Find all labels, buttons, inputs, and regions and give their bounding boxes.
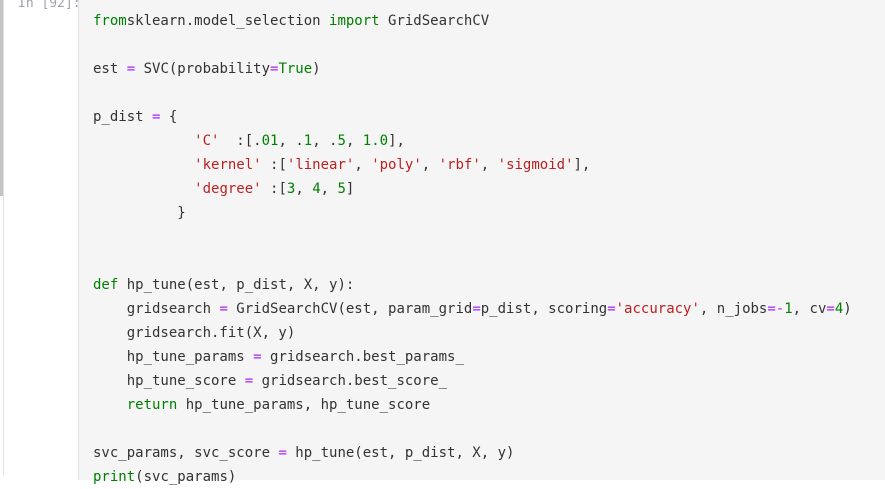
notebook-edge: [3, 0, 4, 475]
string-token: 'degree': [194, 181, 262, 197]
code-text-token: gridsearch.best_params_: [261, 349, 464, 365]
operator-token: =: [219, 301, 228, 317]
code-text-token: :[: [261, 157, 287, 173]
keyword-token: def: [93, 277, 119, 293]
code-text-token: hp_tune_params, hp_tune_score: [177, 397, 431, 413]
code-text-token: p_dist, scoring: [480, 301, 608, 317]
string-token: 'linear': [286, 157, 355, 173]
code-text-token: , .: [278, 133, 304, 149]
string-token: 'accuracy': [615, 301, 700, 317]
code-text-token: est: [93, 61, 127, 77]
number-token: 1.0: [362, 133, 389, 149]
code-text-token: hp_tune_params: [93, 349, 254, 365]
number-token: 1: [303, 133, 313, 149]
keyword-token: print: [93, 469, 136, 485]
code-text-token: hp_tune(est, p_dist, X, y): [286, 445, 515, 461]
keyword-token: import: [329, 13, 380, 29]
number-token: 01: [261, 133, 279, 149]
string-token: 'sigmoid': [497, 157, 574, 173]
code-line: fromsklearn.model_selection import GridS…: [93, 9, 852, 33]
code-text-token: ,: [480, 157, 498, 173]
code-text-token: ,: [320, 181, 338, 197]
code-line: p_dist = {: [93, 105, 852, 129]
code-text-token: sklearn.model_selection: [126, 13, 330, 29]
code-editor[interactable]: fromsklearn.model_selection import GridS…: [93, 9, 852, 489]
keyword-token: from: [93, 13, 127, 29]
string-token: 'kernel': [194, 157, 262, 173]
code-text-token: GridSearchCV(est, param_grid: [227, 301, 473, 317]
cell-prompt: In [92]:: [18, 0, 81, 11]
code-text-token: hp_tune(est, p_dist, X, y):: [118, 277, 355, 293]
code-text-token: ,: [421, 157, 439, 173]
code-line: hp_tune_score = gridsearch.best_score_: [93, 369, 852, 393]
number-token: 4: [312, 181, 321, 197]
code-line: 'degree' :[3, 4, 5]: [93, 177, 852, 201]
code-text-token: svc_params, svc_score: [93, 445, 279, 461]
code-text-token: hp_tune_score: [93, 373, 245, 389]
code-line: print(svc_params): [93, 465, 852, 489]
operator-token: =: [244, 373, 254, 389]
code-text-token: ): [312, 61, 321, 77]
code-line: }: [93, 201, 852, 225]
code-line: gridsearch.fit(X, y): [93, 321, 852, 345]
code-text-token: gridsearch: [93, 301, 220, 317]
code-line: def hp_tune(est, p_dist, X, y):: [93, 273, 852, 297]
code-line: hp_tune_params = gridsearch.best_params_: [93, 345, 852, 369]
code-text-token: {: [160, 109, 178, 125]
operator-token: =: [472, 301, 481, 317]
code-text-token: ): [843, 301, 852, 317]
code-line: 'C' :[.01, .1, .5, 1.0],: [93, 129, 852, 153]
code-line: gridsearch = GridSearchCV(est, param_gri…: [93, 297, 852, 321]
operator-token: =: [826, 301, 835, 317]
operator-token: =: [126, 61, 136, 77]
code-text-token: ,: [295, 181, 313, 197]
string-token: 'poly': [371, 157, 422, 173]
code-text-token: gridsearch.fit(X, y): [93, 325, 296, 341]
code-text-token: GridSearchCV: [379, 13, 490, 29]
code-text-token: , cv: [792, 301, 827, 317]
string-token: 'C': [194, 133, 220, 149]
code-line: svc_params, svc_score = hp_tune(est, p_d…: [93, 441, 852, 465]
number-token: 5: [337, 133, 346, 149]
number-token: 4: [834, 301, 844, 317]
keyword-token: return: [126, 397, 178, 413]
operator-token: =-: [767, 301, 785, 317]
code-text-token: ,: [345, 133, 363, 149]
code-text-token: :[.: [219, 133, 262, 149]
number-token: 1: [784, 301, 793, 317]
operator-token: =: [607, 301, 616, 317]
code-text-token: ],: [573, 157, 591, 173]
keyword-token: True: [278, 61, 313, 77]
code-text-token: ]: [345, 181, 355, 197]
code-text-token: ],: [388, 133, 405, 149]
string-token: 'rbf': [438, 157, 481, 173]
number-token: 5: [337, 181, 346, 197]
code-text-token: , .: [312, 133, 338, 149]
code-line: 'kernel' :['linear', 'poly', 'rbf', 'sig…: [93, 153, 852, 177]
code-line: return hp_tune_params, hp_tune_score: [93, 393, 852, 417]
operator-token: =: [253, 349, 262, 365]
code-text-token: :[: [261, 181, 287, 197]
code-text-token: }: [93, 205, 186, 221]
code-line: est = SVC(probability=True): [93, 57, 852, 81]
code-text-token: p_dist: [93, 109, 153, 125]
code-text-token: (svc_params): [135, 469, 237, 485]
code-text-token: SVC(probability: [135, 61, 271, 77]
operator-token: =: [278, 445, 287, 461]
code-text-token: ,: [354, 157, 372, 173]
code-text-token: , n_jobs: [699, 301, 768, 317]
code-text-token: gridsearch.best_score_: [253, 373, 448, 389]
